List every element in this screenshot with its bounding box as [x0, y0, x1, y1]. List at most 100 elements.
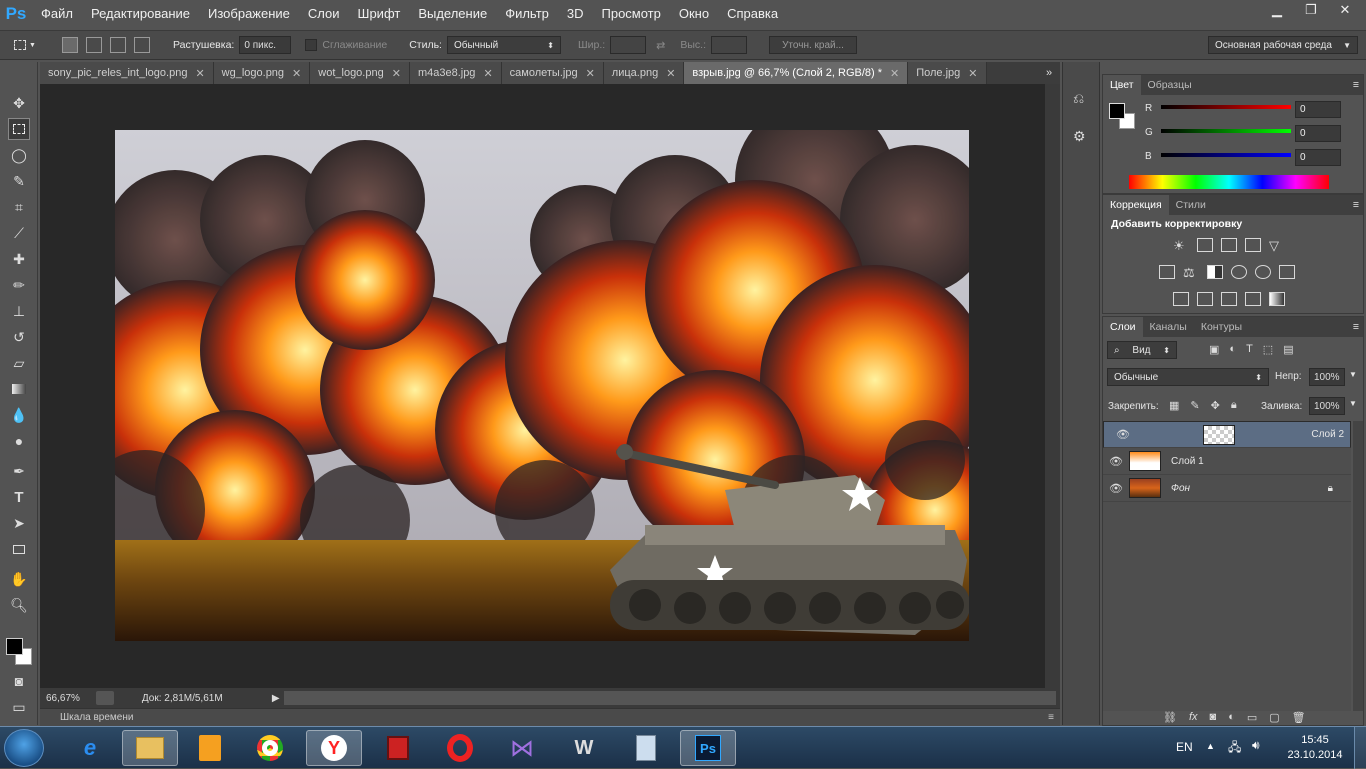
dodge-tool-icon[interactable]: ● [8, 430, 30, 452]
pen-tool-icon[interactable]: ✒ [8, 460, 30, 482]
visibility-eye-icon[interactable]: 👁︎ [1103, 455, 1129, 468]
close-icon[interactable]: ✕ [392, 67, 401, 80]
status-menu-arrow-icon[interactable]: ▶ [272, 693, 280, 704]
media-player-icon[interactable] [182, 730, 238, 766]
menu-view[interactable]: Просмотр [593, 0, 670, 28]
filter-adjustment-icon[interactable]: ◐ [1229, 343, 1236, 356]
tab-color[interactable]: Цвет [1103, 75, 1141, 95]
fill-input[interactable]: 100% [1309, 397, 1345, 415]
brush-tool-icon[interactable]: ✏ [8, 274, 30, 296]
tab-adjustments[interactable]: Коррекция [1103, 195, 1169, 215]
lock-all-icon[interactable]: 🔒︎ [1231, 399, 1237, 412]
input-g[interactable]: 0 [1295, 125, 1341, 142]
refine-edge-button[interactable]: Уточн. край... [769, 36, 858, 54]
properties-panel-icon[interactable]: ⚙ [1073, 128, 1086, 145]
foreground-color-swatch[interactable] [1109, 103, 1125, 119]
close-icon[interactable]: ✕ [1328, 0, 1362, 20]
lock-pixels-icon[interactable]: ✎ [1190, 399, 1199, 412]
channel-mixer-icon[interactable] [1255, 265, 1271, 279]
eraser-icon[interactable]: ▱ [8, 352, 30, 374]
tab-doc-8[interactable]: Поле.jpg ✕ [908, 62, 987, 84]
history-brush-icon[interactable]: ↺ [8, 326, 30, 348]
curves-icon[interactable] [1221, 238, 1237, 252]
swap-icon[interactable]: ⇄ [656, 39, 665, 52]
layer-filter-select[interactable]: ⌕ Вид ⬍ [1107, 341, 1177, 359]
tab-paths[interactable]: Контуры [1194, 317, 1249, 337]
show-desktop-button[interactable] [1354, 727, 1366, 769]
vibrance-icon[interactable]: ▽ [1269, 238, 1285, 253]
color-balance-icon[interactable]: ⚖ [1183, 265, 1199, 280]
menu-3d[interactable]: 3D [558, 0, 593, 28]
calculator-icon[interactable] [618, 730, 674, 766]
posterize-icon[interactable] [1197, 292, 1213, 306]
hue-saturation-icon[interactable] [1159, 265, 1175, 279]
visibility-eye-icon[interactable]: 👁︎ [1110, 428, 1136, 441]
intersect-selection-icon[interactable] [134, 37, 150, 53]
blend-mode-select[interactable]: Обычные ⬍ [1107, 368, 1269, 386]
more-tabs-icon[interactable]: » [1038, 62, 1060, 84]
lasso-tool-icon[interactable]: ◯ [8, 144, 30, 166]
new-layer-icon[interactable]: ▢ [1269, 711, 1279, 724]
marquee-preset-icon[interactable]: ▼ [14, 36, 40, 54]
start-button-icon[interactable] [4, 729, 44, 767]
tab-doc-4[interactable]: m4a3e8.jpg ✕ [409, 62, 502, 84]
height-input[interactable] [711, 36, 748, 54]
filter-smart-icon[interactable]: ▤ [1283, 343, 1293, 356]
move-tool-icon[interactable]: ✥ [8, 92, 30, 114]
slider-b[interactable] [1161, 153, 1291, 157]
filter-shape-icon[interactable]: ⬚ [1263, 343, 1273, 356]
file-explorer-icon[interactable] [122, 730, 178, 766]
save-app-icon[interactable] [370, 730, 426, 766]
slider-r[interactable] [1161, 105, 1291, 109]
path-selection-icon[interactable]: ➤ [8, 512, 30, 534]
healing-brush-icon[interactable]: ✚ [8, 248, 30, 270]
width-input[interactable] [610, 36, 647, 54]
brightness-icon[interactable]: ☀ [1173, 238, 1189, 253]
clock[interactable]: 15:45 23.10.2014 [1280, 733, 1350, 763]
quick-mask-icon[interactable]: ◙ [8, 670, 30, 692]
menu-filter[interactable]: Фильтр [496, 0, 558, 28]
tab-styles[interactable]: Стили [1169, 195, 1213, 215]
lock-transparency-icon[interactable]: ▦ [1169, 399, 1179, 412]
menu-help[interactable]: Справка [718, 0, 787, 28]
close-icon[interactable]: ✕ [195, 67, 204, 80]
tab-doc-6[interactable]: лица.png ✕ [603, 62, 685, 84]
tab-doc-5[interactable]: самолеты.jpg ✕ [501, 62, 604, 84]
menu-select[interactable]: Выделение [409, 0, 496, 28]
threshold-icon[interactable] [1221, 292, 1237, 306]
close-icon[interactable]: ✕ [666, 67, 675, 80]
panel-menu-icon[interactable]: ≡ [1048, 712, 1054, 723]
new-adjustment-layer-icon[interactable]: ◐ [1228, 711, 1235, 724]
close-icon[interactable]: ✕ [890, 67, 899, 80]
menu-layers[interactable]: Слои [299, 0, 349, 28]
gradient-tool-icon[interactable] [8, 378, 30, 400]
layer-style-icon[interactable]: fx [1189, 711, 1198, 724]
menu-edit[interactable]: Редактирование [82, 0, 199, 28]
timeline-panel[interactable]: Шкала времени ≡ [40, 708, 1060, 726]
menu-window[interactable]: Окно [670, 0, 718, 28]
tray-expand-icon[interactable]: ▲ [1206, 741, 1215, 751]
hand-tool-icon[interactable]: ✋ [8, 568, 30, 590]
style-select[interactable]: Обычный ⬍ [446, 36, 561, 54]
zoom-level[interactable]: 66,67% [46, 693, 80, 704]
zoom-tool-icon[interactable]: 🔍︎ [8, 594, 30, 616]
foreground-color-swatch[interactable] [6, 638, 23, 655]
color-spectrum[interactable] [1129, 175, 1329, 189]
link-layers-icon[interactable]: ⛓ [1163, 711, 1177, 724]
status-info-icon[interactable] [95, 691, 114, 705]
gradient-map-icon[interactable] [1269, 292, 1285, 306]
vertical-scrollbar[interactable] [1045, 84, 1060, 688]
layer-row-background[interactable]: 👁︎ Фон 🔒︎ [1103, 475, 1351, 502]
close-icon[interactable]: ✕ [586, 67, 595, 80]
chrome-icon[interactable] [242, 730, 298, 766]
filter-type-icon[interactable]: T [1246, 343, 1253, 356]
levels-icon[interactable] [1197, 238, 1213, 252]
horizontal-scrollbar[interactable] [283, 691, 1056, 705]
opera-icon[interactable] [432, 730, 488, 766]
layer-row-sloi-1[interactable]: 👁︎ Слой 1 [1103, 448, 1351, 475]
volume-icon[interactable]: 🔊︎ [1252, 738, 1260, 753]
screen-mode-icon[interactable]: ▭ [8, 696, 30, 718]
workspace-select[interactable]: Основная рабочая среда ▼ [1208, 36, 1358, 54]
fill-dropdown-icon[interactable]: ▼ [1349, 399, 1357, 408]
crop-tool-icon[interactable]: ⌗ [8, 196, 30, 218]
